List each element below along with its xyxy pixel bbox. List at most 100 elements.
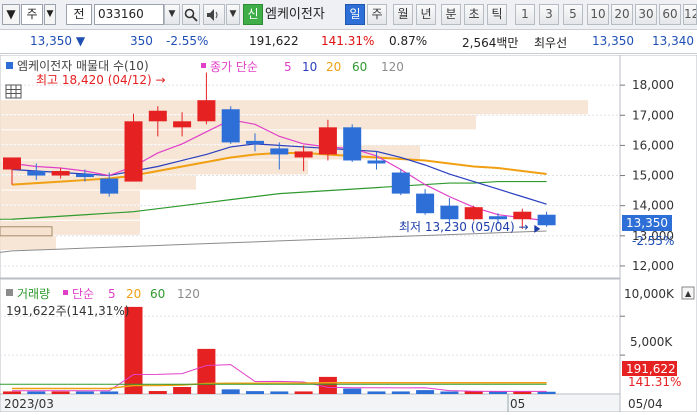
volume-profile-bar — [0, 235, 56, 250]
chart-area[interactable]: 엠케이전자 매물대 수(10) 종가 단순 5 10 20 60 120 최고 … — [0, 54, 697, 413]
toolbar: ▼ 주 ▼ 전 033160 ▼ ▼ 신 엠케이전자 일 주 월 년 분 초 틱… — [0, 0, 697, 30]
volume-bar[interactable] — [513, 391, 532, 394]
volume-bar[interactable] — [318, 376, 337, 394]
dropdown-arrow-icon[interactable]: ▼ — [2, 4, 20, 25]
candle-body[interactable] — [27, 171, 46, 176]
volume-profile-max-bar — [0, 226, 53, 237]
chevron-down-icon[interactable]: ▼ — [44, 4, 56, 25]
candle-body[interactable] — [367, 160, 386, 164]
last-price-tag-text: 13,350 — [626, 216, 668, 230]
candle-body[interactable] — [294, 151, 313, 158]
candle-body[interactable] — [513, 211, 532, 220]
volume-bar[interactable] — [270, 391, 289, 394]
period-tick-button[interactable]: 틱 — [487, 4, 507, 25]
candle-body[interactable] — [124, 121, 143, 182]
volume-bar[interactable] — [221, 389, 240, 394]
vol-ma-label: 단순 — [72, 287, 94, 301]
menu-select[interactable]: 주 — [21, 4, 43, 25]
volume-bar[interactable] — [246, 391, 264, 394]
volume-bar[interactable] — [27, 391, 46, 394]
count-20-button[interactable]: 20 — [611, 4, 633, 25]
count-3-button[interactable]: 3 — [539, 4, 559, 25]
candle-body[interactable] — [391, 172, 410, 194]
volume-ratio: 141.31% — [321, 34, 375, 48]
volume-bar[interactable] — [51, 391, 70, 394]
quote-bar: 13,350 ▼ 350 -2.55% 191,622 141.31% 0.87… — [0, 30, 697, 54]
candle-body[interactable] — [416, 193, 435, 214]
candle-body[interactable] — [51, 171, 70, 176]
period-second-button[interactable]: 초 — [464, 4, 484, 25]
ma-legend-60: 60 — [352, 60, 367, 74]
volume-bar[interactable] — [343, 388, 362, 394]
speaker-icon[interactable] — [203, 4, 225, 25]
turnover-rate: 0.87% — [389, 34, 428, 48]
grid-icon[interactable] — [5, 84, 22, 99]
count-5-button[interactable]: 5 — [563, 4, 583, 25]
period-year-button[interactable]: 년 — [416, 4, 436, 25]
candle-body[interactable] — [197, 100, 216, 122]
current-price: 13,350 ▼ — [30, 34, 86, 48]
volume-bar[interactable] — [440, 391, 459, 394]
volume-bar[interactable] — [416, 390, 435, 394]
volume-bar[interactable] — [537, 391, 556, 394]
price-panel-title: 엠케이전자 매물대 수(10) — [17, 59, 149, 73]
candle-body[interactable] — [148, 110, 167, 122]
candle-body[interactable] — [343, 127, 362, 161]
period-week-button[interactable]: 주 — [367, 4, 387, 25]
candle-body[interactable] — [270, 148, 289, 155]
ma-marker — [201, 63, 206, 68]
volume-bar[interactable] — [75, 391, 94, 394]
count-30-button[interactable]: 30 — [635, 4, 657, 25]
candle-body[interactable] — [489, 216, 507, 220]
period-minute-button[interactable]: 분 — [441, 4, 461, 25]
volume-bar[interactable] — [100, 391, 119, 394]
volume-bar[interactable] — [464, 391, 483, 394]
y-tick-16000: 16,000 — [632, 138, 674, 152]
volume-bar[interactable] — [148, 391, 167, 394]
period-month-button[interactable]: 월 — [393, 4, 413, 25]
code-dropdown-icon[interactable]: ▼ — [164, 4, 180, 25]
candle-body[interactable] — [221, 109, 240, 143]
volume-bar[interactable] — [197, 348, 216, 394]
ma-label: 종가 단순 — [210, 60, 258, 74]
volume-label: 거래량 — [17, 287, 50, 301]
last-volume-pct: 141.31% — [628, 375, 681, 389]
candle-body[interactable] — [246, 140, 264, 144]
y-tick-12000: 12,000 — [632, 259, 674, 273]
volume-bar[interactable] — [173, 387, 192, 394]
stock-code-input[interactable]: 033160 — [94, 4, 164, 25]
search-icon[interactable] — [182, 4, 200, 25]
candle-body[interactable] — [440, 205, 459, 220]
volume-bar[interactable] — [124, 306, 143, 394]
speaker-dropdown-icon[interactable]: ▼ — [226, 4, 240, 25]
candle-body[interactable] — [537, 214, 556, 226]
count-10-button[interactable]: 10 — [587, 4, 609, 25]
candle-body[interactable] — [3, 157, 21, 170]
stock-chart[interactable]: 엠케이전자 매물대 수(10) 종가 단순 5 10 20 60 120 최고 … — [0, 54, 697, 413]
candle-body[interactable] — [75, 174, 94, 178]
vol-ma-legend-5: 5 — [108, 287, 116, 301]
trade-amount: 2,564백만 — [462, 36, 519, 50]
volume-profile-bar — [0, 100, 588, 115]
series-marker — [6, 62, 13, 69]
volume-bar[interactable] — [294, 391, 313, 394]
volume-bar[interactable] — [367, 391, 386, 394]
period-day-button[interactable]: 일 — [345, 4, 365, 25]
best-ask: 13,340 — [652, 34, 694, 48]
candle-body[interactable] — [318, 127, 337, 155]
volume-bar[interactable] — [391, 391, 410, 394]
chevron-up-icon: ▲ — [685, 289, 692, 298]
volume-bar[interactable] — [3, 391, 21, 394]
count-60-button[interactable]: 60 — [659, 4, 681, 25]
candle-body[interactable] — [100, 178, 119, 194]
x-axis-panel — [0, 393, 621, 413]
ma-legend-120: 120 — [381, 60, 404, 74]
candle-body[interactable] — [173, 121, 192, 128]
candle-body[interactable] — [464, 207, 483, 220]
low-annotation: 최저 13,230 (05/04) → — [399, 220, 529, 234]
ma-legend-10: 10 — [302, 60, 317, 74]
count-1-button[interactable]: 1 — [515, 4, 535, 25]
y-tick-17000: 17,000 — [632, 108, 674, 122]
count-120-button[interactable]: 12 — [683, 4, 697, 25]
prev-button[interactable]: 전 — [66, 4, 92, 25]
